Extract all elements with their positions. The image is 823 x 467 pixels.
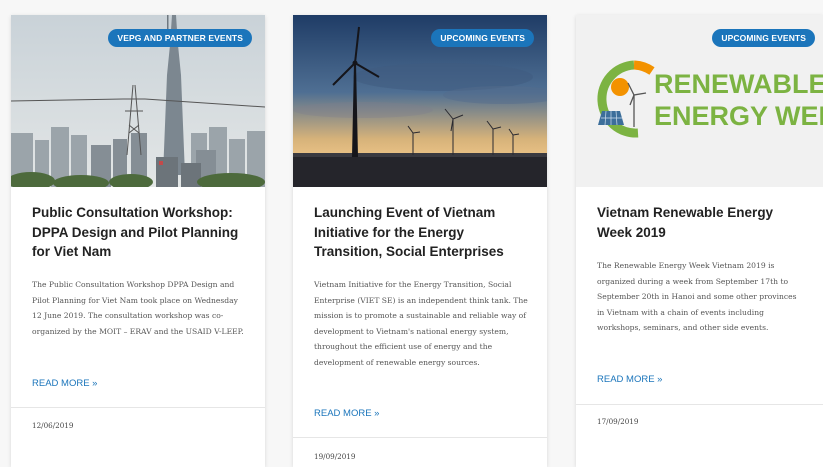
logo-text-line-2: ENERGY WEEK <box>654 101 823 131</box>
event-excerpt: The Renewable Energy Week Vietnam 2019 i… <box>597 261 797 332</box>
event-excerpt: The Public Consultation Workshop DPPA De… <box>32 280 244 336</box>
read-more-link[interactable]: READ MORE » <box>597 374 662 385</box>
event-date: 17/09/2019 <box>597 417 639 426</box>
category-badge[interactable]: VEPG AND PARTNER EVENTS <box>108 29 252 47</box>
card-divider <box>11 407 265 408</box>
event-date: 19/09/2019 <box>314 452 356 461</box>
read-more-link[interactable]: READ MORE » <box>32 378 97 389</box>
event-title[interactable]: Launching Event of Vietnam Initiative fo… <box>314 203 533 262</box>
card-divider <box>293 437 547 438</box>
category-badge[interactable]: UPCOMING EVENTS <box>431 29 534 47</box>
event-title[interactable]: Public Consultation Workshop: DPPA Desig… <box>32 203 251 262</box>
event-card[interactable]: RENEWABLE ENERGY WEEK UPCOMING EVENTS Vi… <box>576 15 823 467</box>
event-title[interactable]: Vietnam Renewable Energy Week 2019 <box>597 203 809 242</box>
event-card[interactable]: VEPG AND PARTNER EVENTS Public Consultat… <box>11 15 265 467</box>
card-divider <box>576 404 823 405</box>
event-date: 12/06/2019 <box>32 421 74 430</box>
event-excerpt: Vietnam Initiative for the Energy Transi… <box>314 280 528 367</box>
event-card[interactable]: UPCOMING EVENTS Launching Event of Vietn… <box>293 15 547 467</box>
category-badge[interactable]: UPCOMING EVENTS <box>712 29 815 47</box>
read-more-link[interactable]: READ MORE » <box>314 408 379 419</box>
logo-text-line-1: RENEWABLE <box>654 69 823 99</box>
